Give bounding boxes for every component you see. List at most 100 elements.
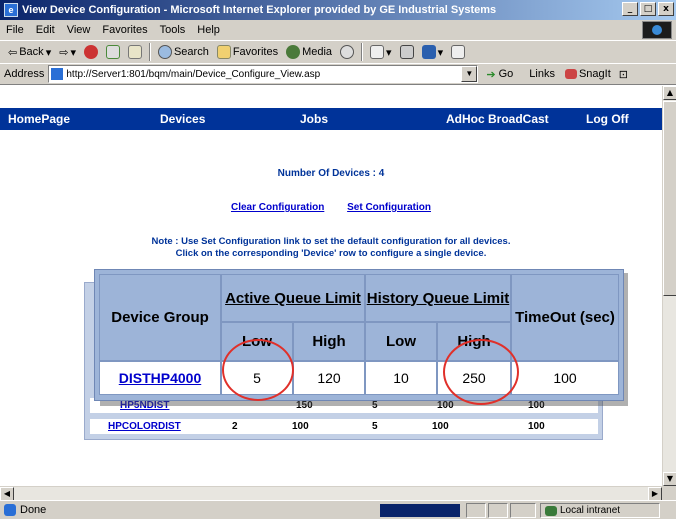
vertical-scrollbar[interactable]: ▲ ▼ [662,86,676,486]
address-label: Address [4,68,45,80]
nav-adhoc-broadcast[interactable]: AdHoc BroadCast [446,112,549,126]
toolbar-separator [148,43,151,61]
back-label: Back [19,46,44,58]
go-button[interactable]: ➔ Go [486,68,513,81]
zone-label: Local intranet [560,505,621,516]
scroll-right-button[interactable]: ▶ [648,487,662,501]
mail-button[interactable]: ▾ [366,42,396,62]
highlight-circle-active-low [222,339,294,401]
snagit-icon [564,69,577,79]
back-button[interactable]: ⇦ Back ▾ [4,42,55,62]
address-url: http://Server1:801/bqm/main/Device_Confi… [66,68,321,80]
timeout-header: TimeOut (sec) [511,274,619,361]
status-pane [466,503,486,518]
menu-view[interactable]: View [61,24,97,36]
menu-tools[interactable]: Tools [154,24,192,36]
active-high-header: High [293,322,365,361]
media-label: Media [302,46,333,58]
table-cell: 100 [292,421,309,432]
address-dropdown-button[interactable]: ▼ [461,66,478,82]
window-controls: _ □ x [622,2,674,16]
scrollbar-corner [662,486,676,500]
search-button[interactable]: Search [154,42,213,62]
active-high-value: 120 [293,361,365,395]
nav-jobs[interactable]: Jobs [300,112,328,126]
window-title-bar: e View Device Configuration - Microsoft … [0,0,676,20]
refresh-button[interactable] [102,42,124,62]
horizontal-scrollbar[interactable]: ◀ ▶ [0,486,662,501]
progress-bar [380,504,460,517]
search-icon [157,45,172,59]
address-bar: Address http://Server1:801/bqm/main/Devi… [0,63,676,85]
device-group-link[interactable]: DISTHP4000 [99,361,221,395]
set-configuration-link[interactable]: Set Configuration [347,202,431,213]
scroll-up-button[interactable]: ▲ [663,86,676,100]
snagit-button[interactable]: SnagIt ⊡ [564,68,628,81]
status-pane [488,503,508,518]
chevron-down-icon: ▾ [70,46,76,59]
table-cell: 2 [232,421,238,432]
windows-logo-icon [642,21,672,39]
address-input[interactable]: http://Server1:801/bqm/main/Device_Confi… [48,65,479,83]
stop-button[interactable] [80,42,102,62]
zoom-callout: Device Group Active Queue Limit Low High… [94,269,624,401]
device-group-link[interactable]: HPCOLORDIST [108,421,181,432]
history-low-value: 10 [365,361,437,395]
nav-homepage[interactable]: HomePage [8,112,70,126]
media-button[interactable]: Media [282,42,336,62]
menu-edit[interactable]: Edit [30,24,61,36]
media-icon [286,45,301,59]
go-label: Go [498,68,514,80]
menu-bar: File Edit View Favorites Tools Help [0,20,676,40]
table-cell: 100 [528,421,545,432]
menu-file[interactable]: File [0,24,30,36]
nav-log-off[interactable]: Log Off [586,112,629,126]
print-icon [399,45,414,59]
scroll-left-button[interactable]: ◀ [0,487,14,501]
status-pane [510,503,536,518]
note-line-1: Note : Use Set Configuration link to set… [151,236,511,247]
device-count: Number Of Devices : 4 [277,168,385,179]
status-text: Done [20,504,47,516]
forward-arrow-icon: ⇨ [59,46,69,59]
snagit-label: SnagIt [578,68,611,80]
security-zone: Local intranet [540,503,660,518]
print-button[interactable] [396,42,418,62]
intranet-icon [545,505,557,516]
edit-button[interactable]: ▾ [418,42,448,62]
favorites-label: Favorites [232,46,279,58]
table-cell: 5 [372,421,378,432]
scroll-thumb[interactable] [663,101,676,296]
go-arrow-icon: ➔ [486,68,496,81]
minimize-button[interactable]: _ [622,2,638,16]
menu-favorites[interactable]: Favorites [96,24,153,36]
toolbar: ⇦ Back ▾ ⇨ ▾ Search Favorites Media ▾ ▾ [0,40,676,63]
page-done-icon [4,504,16,516]
clear-configuration-link[interactable]: Clear Configuration [231,202,324,213]
home-button[interactable] [124,42,146,62]
timeout-value: 100 [511,361,619,395]
table-row[interactable]: HPCOLORDIST 2 100 5 100 100 [90,419,598,434]
discuss-icon [451,45,466,59]
discuss-button[interactable] [447,42,469,62]
chevron-down-icon: ▾ [386,46,392,59]
maximize-button[interactable]: □ [640,2,656,16]
chevron-down-icon: ▾ [437,46,444,59]
forward-button[interactable]: ⇨ ▾ [55,42,80,62]
site-navigation: HomePage Devices Jobs AdHoc BroadCast Lo… [0,108,662,130]
window-title: View Device Configuration - Microsoft In… [22,4,497,16]
history-low-header: Low [365,322,437,361]
status-message: Done [4,504,46,516]
note-text: Note : Use Set Configuration link to set… [0,236,662,260]
menu-help[interactable]: Help [191,24,226,36]
search-label: Search [173,46,209,58]
close-button[interactable]: x [658,2,674,16]
nav-devices[interactable]: Devices [160,112,205,126]
word-edit-icon [421,45,436,59]
history-button[interactable] [336,42,358,62]
favorites-button[interactable]: Favorites [213,42,282,62]
links-button[interactable]: Links [529,68,555,80]
chevron-down-icon: ▾ [45,46,52,59]
device-group-header: Device Group [99,274,221,361]
scroll-down-button[interactable]: ▼ [663,472,676,486]
